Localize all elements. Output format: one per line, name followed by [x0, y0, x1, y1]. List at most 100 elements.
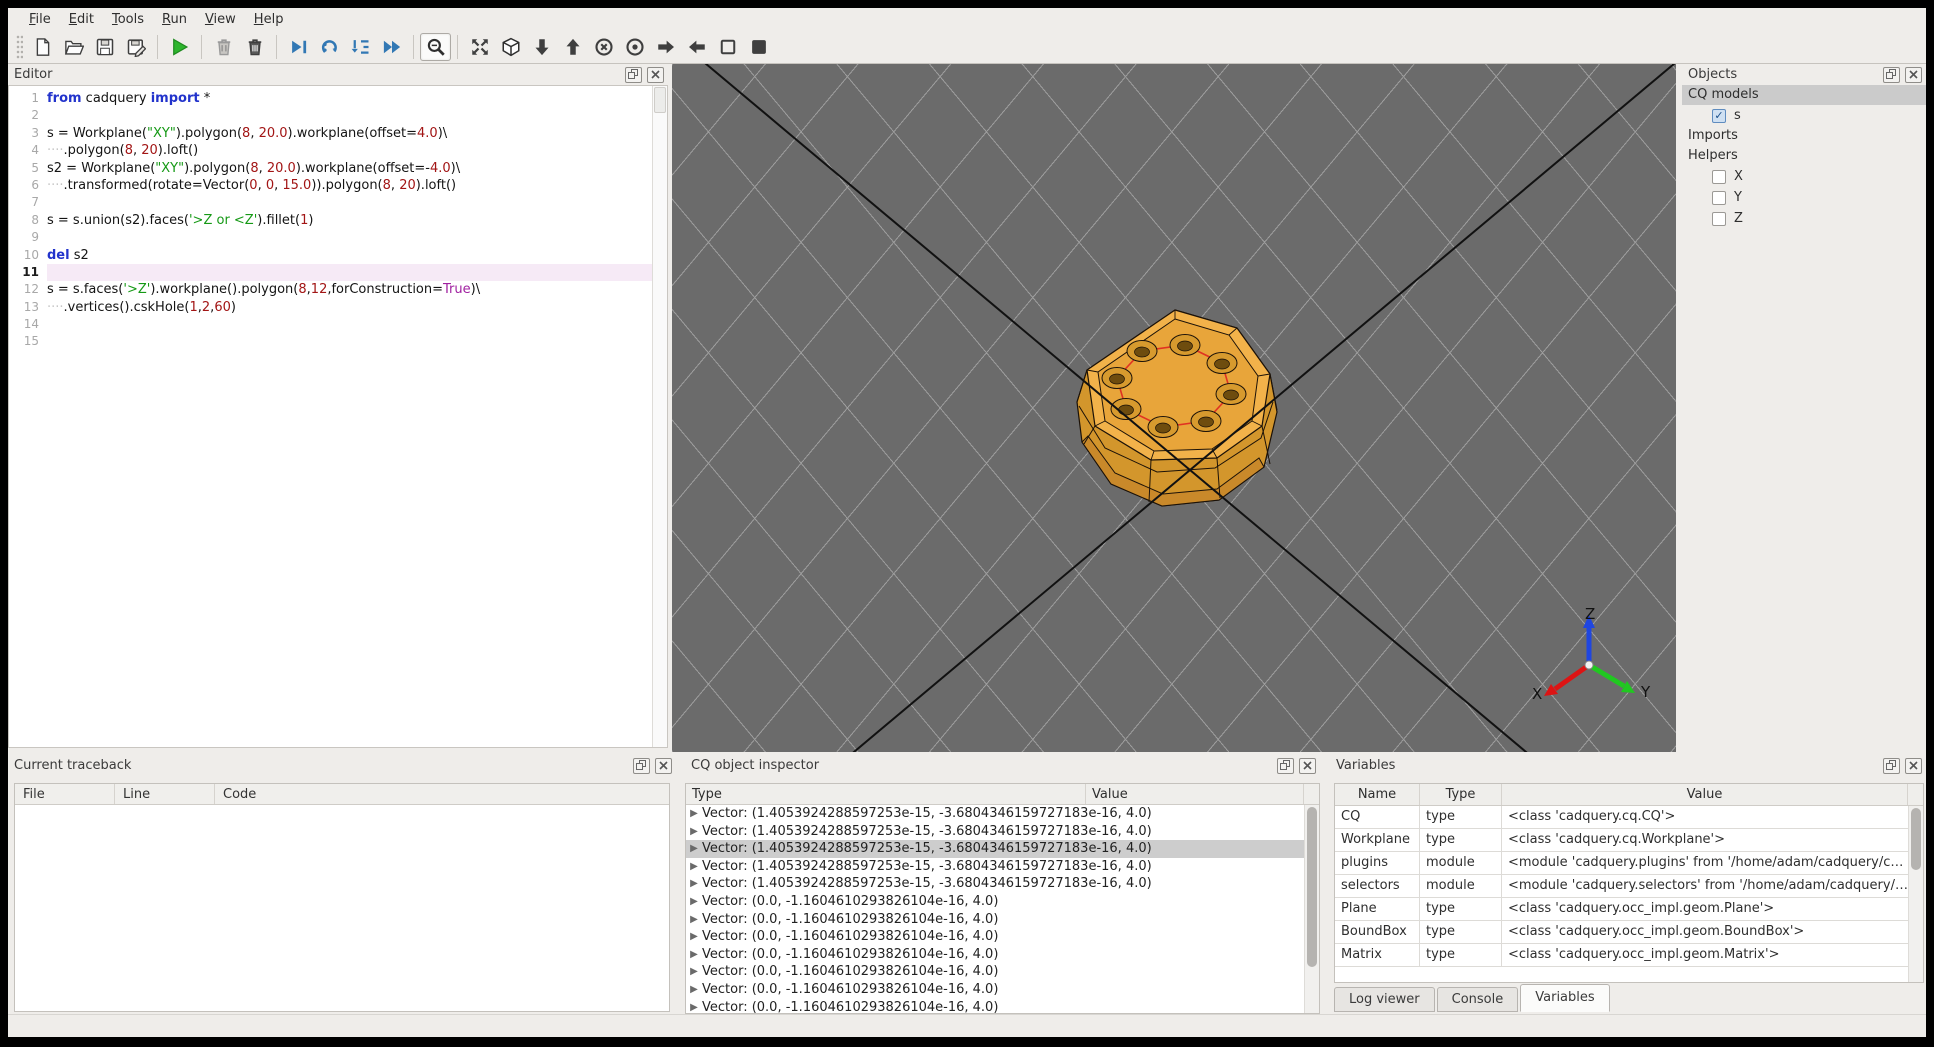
back-view-button[interactable]: [619, 33, 650, 61]
continue-button[interactable]: [376, 33, 407, 61]
code-line-3[interactable]: 3 s = Workplane("XY").polygon(8, 20.0).wo…: [9, 125, 652, 142]
debug-button[interactable]: [283, 33, 314, 61]
delete-button[interactable]: [208, 33, 239, 61]
code-line-11[interactable]: 11: [9, 263, 652, 282]
expand-arrow-icon[interactable]: ▶: [686, 858, 702, 876]
inspector-close-button[interactable]: [1299, 757, 1316, 774]
tab-console[interactable]: Console: [1436, 987, 1519, 1012]
front-view-button[interactable]: [588, 33, 619, 61]
traceback-table[interactable]: File Line Code: [14, 783, 670, 1012]
expand-arrow-icon[interactable]: ▶: [686, 805, 702, 823]
code-line-5[interactable]: 5 s2 = Workplane("XY").polygon(8, 20.0).w…: [9, 160, 652, 177]
code-line-2[interactable]: 2: [9, 107, 652, 124]
tree-item-z[interactable]: Z: [1682, 208, 1926, 229]
code-editor[interactable]: 1 from cadquery import * 2 3 s = Workplane("…: [8, 85, 668, 748]
step-button[interactable]: [314, 33, 345, 61]
code-line-9[interactable]: 9: [9, 229, 652, 246]
expand-arrow-icon[interactable]: ▶: [686, 999, 702, 1013]
expand-arrow-icon[interactable]: ▶: [686, 893, 702, 911]
variables-float-button[interactable]: [1883, 757, 1900, 774]
expand-arrow-icon[interactable]: ▶: [686, 981, 702, 999]
tree-item-y[interactable]: Y: [1682, 187, 1926, 208]
variables-row[interactable]: Workplane type <class 'cadquery.cq.Workpla…: [1335, 829, 1908, 852]
iso-view-button[interactable]: [495, 33, 526, 61]
inspector-row[interactable]: ▶ Vector: (1.4053924288597253e-15, -3.680…: [686, 875, 1304, 893]
delete-all-button[interactable]: [239, 33, 270, 61]
variables-row[interactable]: Plane type <class 'cadquery.occ_impl.geom.…: [1335, 898, 1908, 921]
expand-arrow-icon[interactable]: ▶: [686, 963, 702, 981]
variables-row[interactable]: Matrix type <class 'cadquery.occ_impl.geom…: [1335, 944, 1908, 967]
save-button[interactable]: [89, 33, 120, 61]
variables-row[interactable]: selectors module <module 'cadquery.selecto…: [1335, 875, 1908, 898]
inspector-row[interactable]: ▶ Vector: (0.0, -1.1604610293826104e-16, …: [686, 963, 1304, 981]
inspector-row[interactable]: ▶ Vector: (1.4053924288597253e-15, -3.680…: [686, 805, 1304, 823]
top-view-button[interactable]: [526, 33, 557, 61]
tree-group-helpers[interactable]: Helpers: [1682, 146, 1926, 166]
menu-tools[interactable]: Tools: [103, 10, 153, 29]
expand-arrow-icon[interactable]: ▶: [686, 946, 702, 964]
menu-help[interactable]: Help: [245, 10, 293, 29]
variables-row[interactable]: BoundBox type <class 'cadquery.occ_impl.ge…: [1335, 921, 1908, 944]
inspector-row[interactable]: ▶ Vector: (1.4053924288597253e-15, -3.680…: [686, 858, 1304, 876]
editor-scrollbar-thumb[interactable]: [654, 87, 666, 113]
variables-row[interactable]: CQ type <class 'cadquery.cq.CQ'>: [1335, 806, 1908, 829]
traceback-col-code[interactable]: Code: [215, 784, 669, 804]
inspector-row[interactable]: ▶ Vector: (0.0, -1.1604610293826104e-16, …: [686, 999, 1304, 1013]
code-line-1[interactable]: 1 from cadquery import *: [9, 90, 652, 107]
expand-arrow-icon[interactable]: ▶: [686, 875, 702, 893]
editor-close-button[interactable]: [647, 66, 664, 83]
variables-col-value[interactable]: Value: [1502, 784, 1908, 805]
tab-variables[interactable]: Variables: [1520, 984, 1610, 1012]
objects-float-button[interactable]: [1883, 66, 1900, 83]
menu-edit[interactable]: Edit: [60, 10, 103, 29]
menu-view[interactable]: View: [196, 10, 245, 29]
inspect-button[interactable]: [420, 32, 451, 61]
code-line-13[interactable]: 13 ····.vertices().cskHole(1,2,60): [9, 299, 652, 316]
menu-file[interactable]: File: [20, 10, 60, 29]
traceback-close-button[interactable]: [655, 757, 672, 774]
variables-scrollbar-thumb[interactable]: [1911, 808, 1921, 870]
inspector-float-button[interactable]: [1277, 757, 1294, 774]
code-line-7[interactable]: 7: [9, 194, 652, 211]
save-as-button[interactable]: [120, 33, 151, 61]
inspector-scrollbar-thumb[interactable]: [1307, 807, 1317, 967]
inspector-col-value[interactable]: Value: [1086, 784, 1304, 804]
code-line-12[interactable]: 12 s = s.faces('>Z').workplane().polygon(…: [9, 281, 652, 298]
code-line-15[interactable]: 15: [9, 333, 652, 350]
inspector-row[interactable]: ▶ Vector: (1.4053924288597253e-15, -3.680…: [686, 840, 1304, 858]
inspector-row[interactable]: ▶ Vector: (0.0, -1.1604610293826104e-16, …: [686, 893, 1304, 911]
expand-arrow-icon[interactable]: ▶: [686, 911, 702, 929]
checked-checkbox[interactable]: ✓: [1712, 108, 1726, 123]
bottom-view-button[interactable]: [557, 33, 588, 61]
inspector-col-type[interactable]: Type: [686, 784, 1086, 804]
step-in-button[interactable]: [345, 33, 376, 61]
shaded-button[interactable]: [743, 33, 774, 61]
unchecked-checkbox[interactable]: [1712, 190, 1726, 205]
open-button[interactable]: [58, 33, 89, 61]
toolbar-drag-handle[interactable]: [16, 34, 23, 59]
expand-arrow-icon[interactable]: ▶: [686, 928, 702, 946]
inspector-row[interactable]: ▶ Vector: (0.0, -1.1604610293826104e-16, …: [686, 946, 1304, 964]
menu-run[interactable]: Run: [153, 10, 196, 29]
variables-col-name[interactable]: Name: [1335, 784, 1420, 805]
expand-arrow-icon[interactable]: ▶: [686, 840, 702, 858]
inspector-scrollbar[interactable]: [1304, 805, 1319, 1013]
tree-group-imports[interactable]: Imports: [1682, 126, 1926, 146]
code-line-6[interactable]: 6 ····.transformed(rotate=Vector(0, 0, 15…: [9, 177, 652, 194]
inspector-row[interactable]: ▶ Vector: (0.0, -1.1604610293826104e-16, …: [686, 981, 1304, 999]
editor-scrollbar[interactable]: [652, 86, 667, 747]
traceback-col-line[interactable]: Line: [115, 784, 215, 804]
left-view-button[interactable]: [650, 33, 681, 61]
fit-view-button[interactable]: [464, 33, 495, 61]
expand-arrow-icon[interactable]: ▶: [686, 823, 702, 841]
new-file-button[interactable]: [27, 33, 58, 61]
tree-group-cq-models[interactable]: CQ models: [1682, 85, 1926, 105]
unchecked-checkbox[interactable]: [1712, 211, 1726, 226]
render-button[interactable]: [164, 33, 195, 61]
code-line-8[interactable]: 8 s = s.union(s2).faces('>Z or <Z').fille…: [9, 212, 652, 229]
wireframe-button[interactable]: [712, 33, 743, 61]
inspector-row[interactable]: ▶ Vector: (1.4053924288597253e-15, -3.680…: [686, 823, 1304, 841]
code-line-4[interactable]: 4 ····.polygon(8, 20).loft(): [9, 142, 652, 159]
traceback-float-button[interactable]: [633, 757, 650, 774]
traceback-col-file[interactable]: File: [15, 784, 115, 804]
